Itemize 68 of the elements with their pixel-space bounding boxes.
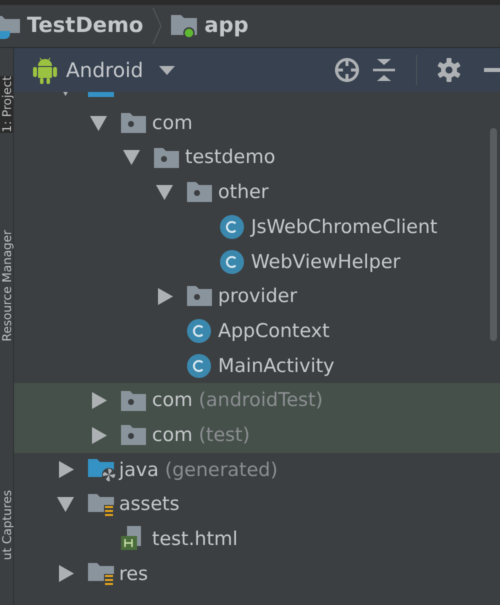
collapsed-arrow-icon[interactable]	[92, 426, 107, 444]
generated-folder-icon	[88, 456, 118, 483]
collapsed-arrow-icon[interactable]	[59, 461, 74, 478]
collapsed-arrow-icon[interactable]	[59, 565, 74, 582]
tree-row[interactable]: provider	[14, 279, 500, 314]
highlighted-row[interactable]: com (androidTest)	[14, 383, 500, 418]
expanded-arrow-icon[interactable]	[156, 184, 173, 200]
package-icon	[121, 113, 146, 134]
scrollbar[interactable]	[490, 128, 497, 341]
view-dropdown[interactable]: Android	[66, 55, 176, 85]
expanded-arrow-icon[interactable]	[123, 150, 140, 166]
side-tab[interactable]: 1: Project	[0, 76, 16, 133]
tree-item-label[interactable]: res	[119, 560, 148, 588]
class-icon	[220, 250, 244, 274]
caret-icon	[159, 66, 176, 74]
package-icon	[154, 148, 179, 168]
tree-item-label[interactable]: java	[119, 456, 159, 484]
tree-item-note: (androidTest)	[198, 388, 323, 414]
tree-row[interactable]: res	[14, 556, 500, 592]
tree-item-label[interactable]: assets	[119, 490, 180, 519]
tree-item-label[interactable]: AppContext	[218, 316, 330, 346]
tree-row[interactable]: other	[14, 175, 500, 210]
class-icon	[220, 215, 244, 240]
package-icon	[121, 390, 146, 411]
tree-item-label[interactable]: testdemo	[185, 143, 276, 172]
tree-item-label[interactable]: test.html	[152, 525, 238, 554]
tree-item-label[interactable]: MainActivity	[218, 352, 334, 380]
expanded-arrow-icon[interactable]	[57, 497, 74, 512]
tree-item-label[interactable]: other	[218, 178, 269, 207]
tree-row[interactable]: WebViewHelper	[14, 244, 500, 280]
tree-item-label[interactable]: WebViewHelper	[251, 248, 400, 276]
tree-row[interactable]: com	[14, 106, 500, 140]
collapsed-arrow-icon[interactable]	[92, 392, 107, 410]
tree-item-label[interactable]: JsWebChromeClient	[251, 212, 438, 242]
tree-row[interactable]: AppContext	[14, 314, 500, 348]
breadcrumb-item[interactable]: TestDemo	[27, 10, 144, 42]
expanded-arrow-icon[interactable]	[90, 116, 107, 131]
resource-folder-icon	[88, 560, 116, 587]
tree-row[interactable]: test.html	[14, 522, 500, 557]
tree-item-label[interactable]: com	[152, 386, 193, 415]
tree-row[interactable]: java (generated)	[14, 452, 500, 488]
tree-row[interactable]: JsWebChromeClient	[14, 210, 500, 244]
project-folder-icon	[0, 13, 22, 39]
tree-item-label[interactable]: provider	[218, 282, 298, 311]
side-tab[interactable]: ut Captures	[0, 490, 16, 560]
package-icon	[187, 286, 212, 306]
tree-row[interactable]: assets	[14, 487, 500, 522]
breadcrumb-item[interactable]: app	[204, 10, 249, 42]
class-icon	[187, 319, 211, 344]
settings-icon[interactable]	[437, 58, 461, 82]
highlighted-row[interactable]: com (test)	[14, 418, 500, 453]
collapsed-arrow-icon[interactable]	[158, 288, 173, 305]
module-folder-icon	[171, 13, 200, 39]
resource-folder-icon	[88, 492, 116, 518]
tree-item-note: (test)	[198, 422, 250, 448]
chevron-icon	[151, 6, 164, 46]
locate-icon[interactable]	[334, 57, 360, 83]
package-icon	[187, 182, 212, 202]
class-icon	[187, 354, 211, 378]
tree-row[interactable]: MainActivity	[14, 348, 500, 384]
package-icon	[121, 425, 146, 446]
tree-item-note: (generated)	[164, 458, 278, 483]
side-tab[interactable]: Resource Manager	[0, 230, 16, 342]
tree-row[interactable]: testdemo	[14, 140, 500, 176]
android-icon	[33, 56, 57, 84]
tree-item-label[interactable]: com	[152, 108, 193, 138]
collapse-all-icon[interactable]	[372, 58, 396, 82]
tree-item-label[interactable]: com	[152, 420, 193, 450]
